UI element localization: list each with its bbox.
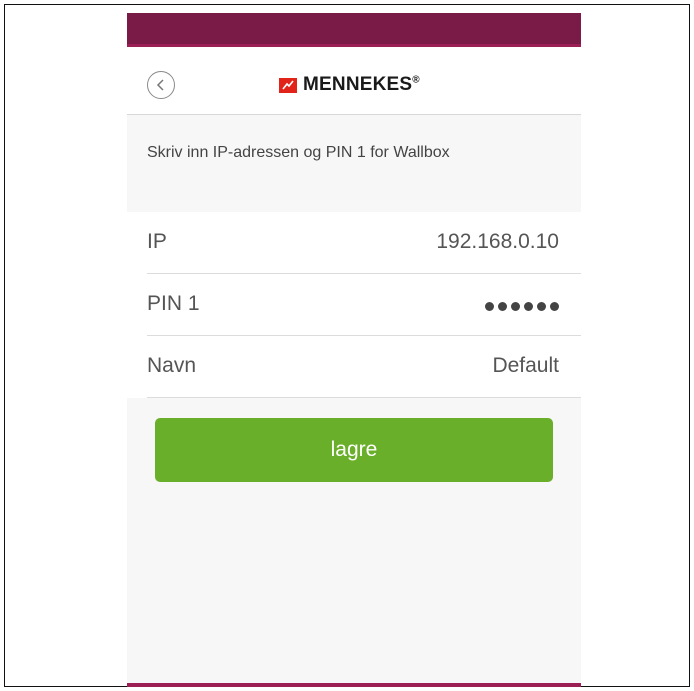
pin-row[interactable]: PIN 1 (147, 274, 581, 336)
save-button[interactable]: lagre (155, 418, 553, 482)
pin-mask-dot (550, 302, 559, 311)
pin-mask-dot (524, 302, 533, 311)
brand-name: MENNEKES® (303, 74, 420, 95)
name-row[interactable]: Navn Default (147, 336, 581, 398)
pin-input[interactable] (485, 302, 559, 311)
pin-mask-dot (511, 302, 520, 311)
bottom-bar (127, 683, 581, 687)
instruction-text: Skriv inn IP-adressen og PIN 1 for Wallb… (147, 144, 450, 161)
pin-label: PIN 1 (147, 292, 200, 315)
settings-form: IP 192.168.0.10 PIN 1 Navn Default (127, 212, 581, 398)
name-input[interactable]: Default (492, 354, 559, 378)
app-header: MENNEKES® (127, 47, 581, 115)
ip-input[interactable]: 192.168.0.10 (436, 230, 559, 254)
pin-mask-dot (537, 302, 546, 311)
pin-mask-dot (498, 302, 507, 311)
chevron-left-icon (156, 79, 164, 91)
logo-mark-icon (279, 77, 297, 93)
back-button[interactable] (147, 71, 175, 99)
ip-row[interactable]: IP 192.168.0.10 (147, 212, 581, 274)
brand-logo: MENNEKES® (279, 74, 420, 96)
status-bar (127, 13, 581, 47)
ip-label: IP (147, 230, 167, 253)
name-label: Navn (147, 354, 197, 377)
app-screen: MENNEKES® Skriv inn IP-adressen og PIN 1… (127, 13, 581, 687)
pin-mask-dot (485, 302, 494, 311)
